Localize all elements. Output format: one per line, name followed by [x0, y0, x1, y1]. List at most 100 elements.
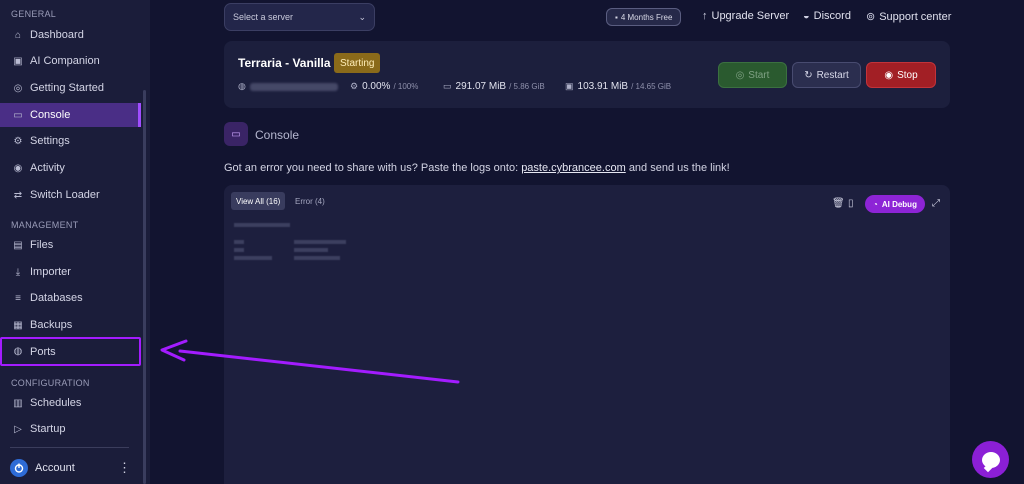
account-label: Account: [35, 462, 75, 474]
ai-debug-button[interactable]: ◔ AI Debug: [865, 195, 925, 213]
console-log-line: [294, 256, 340, 260]
play-circle-icon: ◎: [735, 69, 745, 81]
redacted-address: [249, 82, 338, 91]
memory-value: 291.07 MiB: [455, 81, 507, 92]
swap-icon: ⇄: [13, 189, 23, 201]
sidebar-item-activity[interactable]: ◉ Activity: [0, 156, 141, 180]
chat-bubble-icon: [981, 451, 1000, 468]
console-note-suffix: and send us the link!: [628, 162, 730, 174]
sidebar-item-startup[interactable]: ▷ Startup: [0, 417, 141, 441]
sidebar-item-label: Importer: [30, 266, 71, 278]
sidebar-item-label: Schedules: [30, 397, 82, 409]
sidebar-item-settings[interactable]: ⚙ Settings: [0, 129, 141, 153]
trash-icon[interactable]: 🗑: [832, 198, 845, 209]
sidebar-item-ai-companion[interactable]: ▣ AI Companion: [0, 49, 141, 73]
clipboard-icon[interactable]: ▯: [848, 198, 854, 209]
more-options-icon[interactable]: ⋮: [118, 460, 131, 476]
stop-button[interactable]: ◉ Stop: [866, 62, 936, 88]
console-log-line: [234, 248, 244, 252]
gift-icon: ▪: [615, 12, 618, 22]
globe-icon: ◍: [238, 81, 246, 91]
expand-icon[interactable]: ⤢: [932, 198, 940, 209]
sidebar-item-label: Console: [30, 109, 71, 121]
sidebar-item-getting-started[interactable]: ◎ Getting Started: [0, 76, 141, 100]
sidebar-item-label: Settings: [30, 135, 70, 147]
console-note-prefix: Got an error you need to share with us? …: [224, 162, 519, 174]
sidebar-scrollbar[interactable]: [143, 90, 146, 484]
lifebuoy-icon: ⊚: [866, 11, 876, 23]
download-icon: ⤓: [15, 266, 21, 278]
status-badge: Starting: [334, 53, 381, 73]
section-title-management: MANAGEMENT: [11, 220, 79, 230]
promo-badge[interactable]: ▪ 4 Months Free: [606, 8, 682, 26]
sidebar-item-importer[interactable]: ⤓ Importer: [0, 260, 141, 284]
sidebar-item-files[interactable]: ▤ Files: [0, 233, 141, 257]
globe-icon: ◍: [13, 346, 23, 357]
server-select-placeholder: Select a server: [233, 12, 294, 22]
sidebar-item-backups[interactable]: ▦ Backups: [0, 313, 141, 337]
gear-icon: ⚙: [13, 135, 23, 147]
sidebar-item-label: Files: [30, 239, 54, 251]
start-button[interactable]: ◎ Start: [718, 62, 787, 88]
start-button-label: Start: [748, 69, 770, 81]
sidebar-item-schedules[interactable]: ▥ Schedules: [0, 391, 141, 415]
terminal-icon: ▭: [13, 109, 23, 121]
promo-badge-label: 4 Months Free: [620, 12, 673, 22]
memory-limit: / 5.86 GiB: [509, 82, 545, 91]
discord-icon: ◒: [803, 10, 810, 22]
sidebar: GENERAL ⌂ Dashboard ▣ AI Companion ◎ Gettin…: [0, 0, 150, 484]
restart-button[interactable]: ↻ Restart: [792, 62, 861, 88]
console-log-line: [234, 223, 290, 227]
sidebar-item-label: Switch Loader: [30, 189, 100, 201]
ai-debug-label: AI Debug: [881, 199, 917, 209]
discord-link[interactable]: ◒ Discord: [803, 10, 851, 22]
calendar-icon: ▥: [13, 397, 23, 409]
tab-error[interactable]: Error (4): [290, 192, 330, 210]
terminal-icon: ▭: [224, 122, 248, 146]
cpu-value: 0.00%: [362, 81, 391, 92]
archive-icon: ▦: [13, 319, 23, 331]
paste-link[interactable]: paste.cybrancee.com: [521, 162, 626, 174]
chat-widget-button[interactable]: [972, 441, 1009, 478]
sidebar-item-dashboard[interactable]: ⌂ Dashboard: [0, 23, 141, 47]
disk-value: 103.91 MiB: [577, 81, 629, 92]
power-icon: [14, 463, 24, 473]
sidebar-item-label: Databases: [30, 292, 83, 304]
disk-stat: ▣ 103.91 MiB / 14.65 GiB: [565, 81, 671, 92]
console-title: Console: [255, 128, 300, 142]
tab-view-all[interactable]: View All (16): [231, 192, 286, 210]
chat-icon: ◔: [873, 199, 878, 209]
console-log-line: [294, 248, 328, 252]
discord-label: Discord: [813, 10, 851, 22]
database-icon: ≡: [15, 292, 21, 304]
server-address[interactable]: ◍: [238, 81, 338, 92]
server-select[interactable]: Select a server ⌄: [224, 3, 375, 31]
sidebar-item-console[interactable]: ▭ Console: [0, 103, 141, 127]
sidebar-item-label: Activity: [30, 162, 65, 174]
sidebar-item-label: AI Companion: [30, 55, 100, 67]
cpu-stat: ⚙ 0.00% / 100%: [350, 81, 418, 92]
support-center-label: Support center: [879, 10, 952, 23]
console-log-line: [234, 256, 272, 260]
memory-icon: ▭: [443, 81, 452, 91]
avatar: [10, 459, 28, 477]
upgrade-server-label: Upgrade Server: [711, 10, 790, 22]
upgrade-server-link[interactable]: ↑ Upgrade Server: [702, 10, 789, 22]
sidebar-item-databases[interactable]: ≡ Databases: [0, 286, 141, 310]
sidebar-divider: [10, 447, 129, 448]
sidebar-item-label: Getting Started: [30, 82, 104, 94]
sidebar-item-label: Backups: [30, 319, 73, 331]
eye-icon: ◉: [13, 162, 23, 174]
console-log-line: [294, 240, 346, 244]
section-title-configuration: CONFIGURATION: [11, 378, 90, 388]
chevron-down-icon: ⌄: [358, 11, 366, 22]
console-note: Got an error you need to share with us? …: [224, 162, 730, 174]
sidebar-item-switch-loader[interactable]: ⇄ Switch Loader: [0, 183, 141, 207]
home-icon: ⌂: [14, 29, 22, 41]
restart-button-label: Restart: [816, 69, 849, 81]
refresh-icon: ↻: [804, 69, 813, 81]
account-menu[interactable]: Account ⋮: [10, 458, 131, 478]
support-center-link[interactable]: ⊚ Support center: [866, 10, 952, 24]
sidebar-item-ports[interactable]: ◍ Ports: [0, 337, 141, 366]
cpu-limit: / 100%: [393, 82, 419, 91]
